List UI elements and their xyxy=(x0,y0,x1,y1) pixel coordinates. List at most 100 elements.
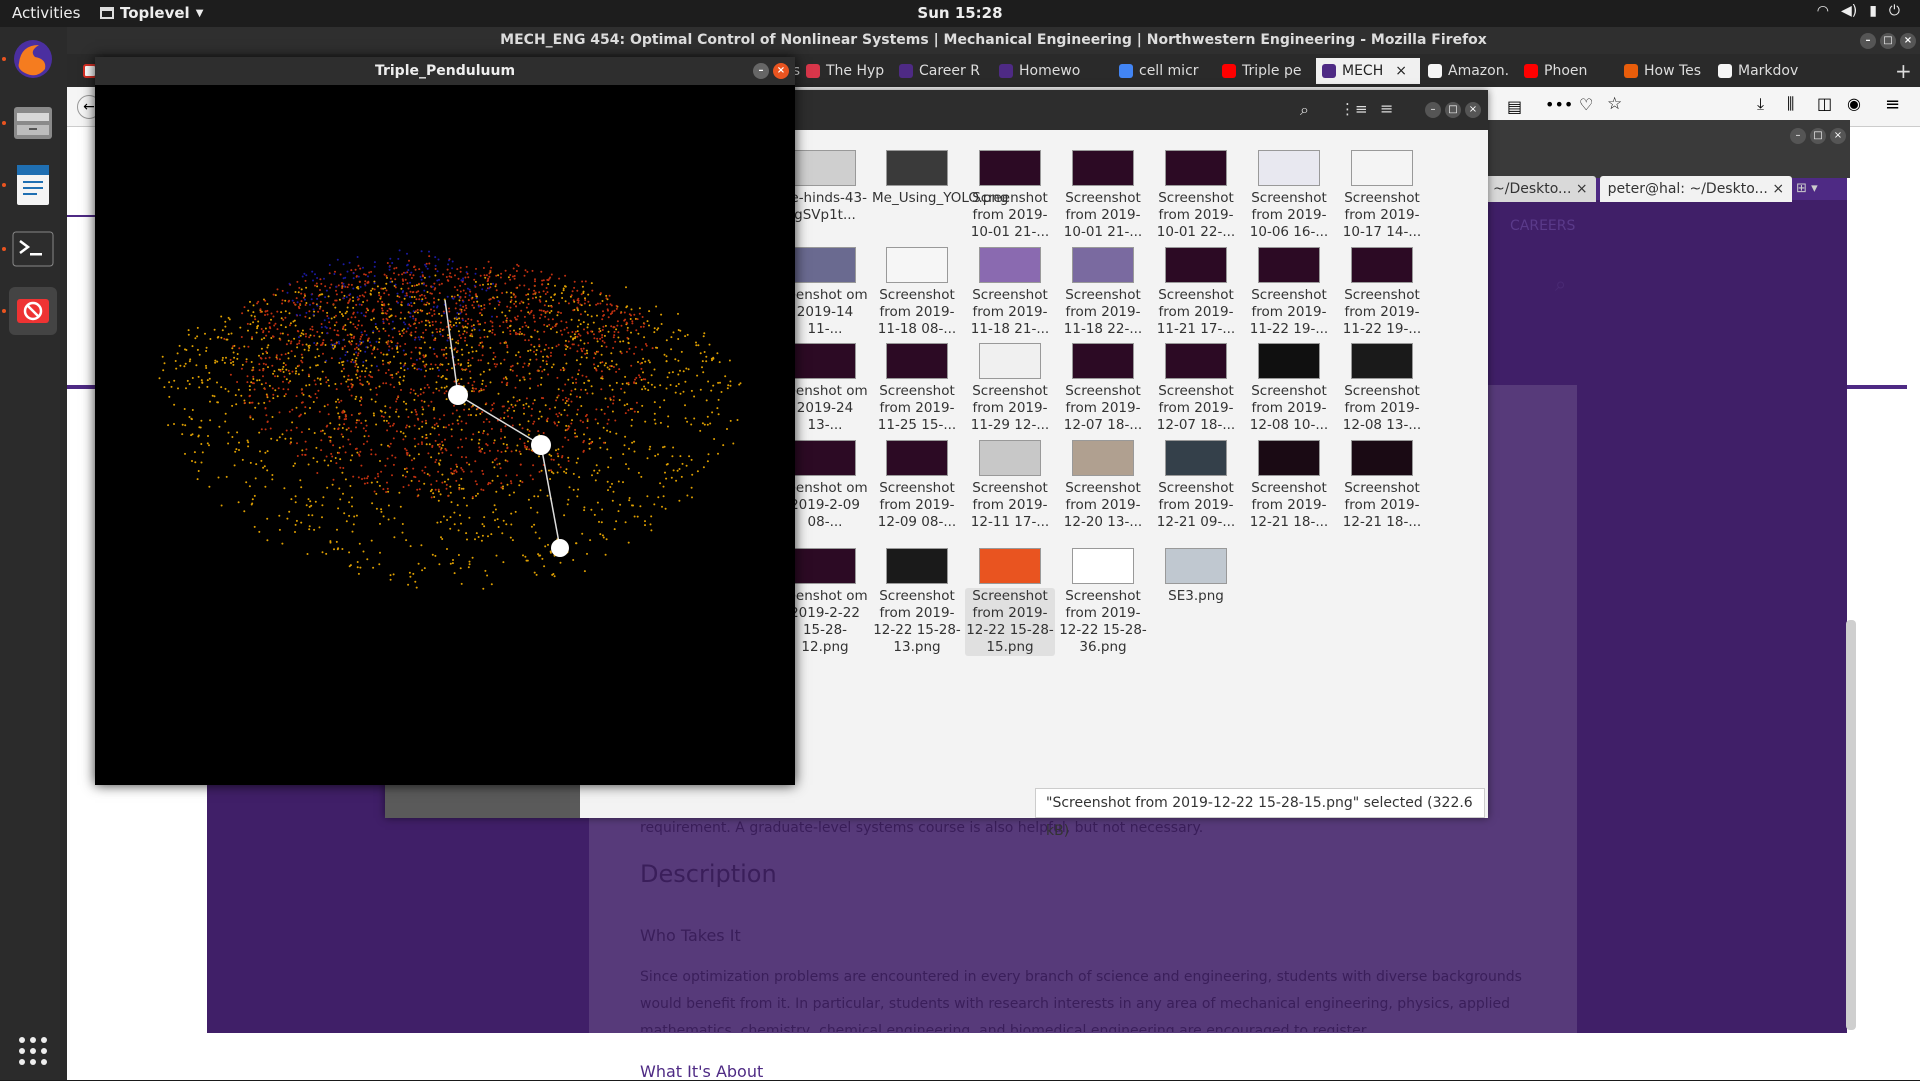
file-item[interactable]: Screenshot from 2019-11-18 08-... xyxy=(872,247,962,338)
search-icon[interactable]: ⌕ xyxy=(1555,272,1566,296)
trail-point xyxy=(631,407,634,410)
file-item[interactable]: Screenshot from 2019-11-21 17-... xyxy=(1151,247,1241,338)
maximize-icon[interactable]: □ xyxy=(1810,128,1826,144)
clock[interactable]: Sun 15:28 xyxy=(917,4,1002,22)
gmail-tab[interactable] xyxy=(77,58,97,84)
trail-point xyxy=(303,293,306,296)
browser-tab[interactable]: Amazon. xyxy=(1422,58,1516,84)
trail-point xyxy=(433,496,436,498)
system-tray[interactable]: ◠ ◀) ▮ ⏻ xyxy=(1817,3,1900,19)
trail-point xyxy=(570,400,573,403)
close-icon[interactable]: × xyxy=(773,63,789,79)
trail-point xyxy=(364,273,367,276)
browser-tab[interactable]: Phoen xyxy=(1518,58,1616,84)
file-item[interactable]: Screenshot from 2019-12-07 18-... xyxy=(1058,343,1148,434)
account-icon[interactable]: ◉ xyxy=(1847,94,1861,113)
file-item[interactable]: Screenshot from 2019-11-22 19-... xyxy=(1244,247,1334,338)
app-grid-icon[interactable] xyxy=(9,1027,57,1075)
browser-tab[interactable]: Career R xyxy=(893,58,991,84)
trail-point xyxy=(294,372,297,375)
minimize-icon[interactable]: – xyxy=(1790,128,1806,144)
file-item[interactable]: Screenshot from 2019-12-20 13-... xyxy=(1058,440,1148,531)
trail-point xyxy=(330,452,333,455)
file-item[interactable]: Screenshot from 2019-12-07 18-... xyxy=(1151,343,1241,434)
maximize-icon[interactable]: □ xyxy=(1445,102,1461,118)
file-item[interactable]: Screenshot from 2019-12-21 18-... xyxy=(1244,440,1334,531)
new-terminal-tab-icon[interactable]: ⊞ ▾ xyxy=(1796,176,1818,202)
file-item[interactable]: Screenshot from 2019-12-21 09-... xyxy=(1151,440,1241,531)
browser-tab[interactable]: The Hyp xyxy=(800,58,892,84)
file-item[interactable]: Screenshot from 2019-12-11 17-... xyxy=(965,440,1055,531)
trail-point xyxy=(595,408,598,411)
trail-point xyxy=(357,344,360,347)
close-tab-icon[interactable]: × xyxy=(1395,58,1407,84)
trail-point xyxy=(612,490,615,493)
file-item[interactable]: Screenshot from 2019-12-22 15-28-15.png xyxy=(965,548,1055,656)
menu-icon[interactable]: ≡ xyxy=(1885,94,1900,115)
terminal-icon[interactable] xyxy=(9,225,57,273)
terminal-tab[interactable]: peter@hal: ~/Deskto... × xyxy=(1599,176,1793,202)
trail-point xyxy=(327,464,330,467)
bookmark-star-icon[interactable]: ☆ xyxy=(1607,94,1622,114)
browser-tab[interactable]: MECH × xyxy=(1316,58,1420,84)
file-item[interactable]: Screenshot from 2019-12-21 18-... xyxy=(1337,440,1427,531)
file-item[interactable]: Screenshot from 2019-10-17 14-... xyxy=(1337,150,1427,241)
download-icon[interactable]: ⤓ xyxy=(1757,94,1764,114)
trail-point xyxy=(454,274,456,277)
file-item[interactable]: Screenshot from 2019-10-01 21-... xyxy=(1058,150,1148,241)
minimize-icon[interactable]: – xyxy=(753,63,769,79)
file-item[interactable]: Screenshot from 2019-12-08 10-... xyxy=(1244,343,1334,434)
view-toggle-icon[interactable]: ⋮≡ xyxy=(1340,100,1368,118)
browser-tab[interactable]: Markdov xyxy=(1712,58,1812,84)
file-item[interactable]: Screenshot from 2019-12-09 08-... xyxy=(872,440,962,531)
trail-point xyxy=(341,471,344,474)
files-icon[interactable] xyxy=(9,99,57,147)
blocked-app-icon[interactable] xyxy=(9,287,57,335)
file-item[interactable]: Me_Using_YOLO.png xyxy=(872,150,1008,207)
more-icon[interactable]: ••• xyxy=(1545,95,1573,114)
menu-icon[interactable]: ≡ xyxy=(1380,99,1393,118)
library-icon[interactable]: ⫼ xyxy=(1787,94,1794,114)
file-item[interactable]: Screenshot from 2019-11-18 21-... xyxy=(965,247,1055,338)
file-item[interactable]: Screenshot from 2019-10-06 16-... xyxy=(1244,150,1334,241)
browser-tab[interactable]: Triple pe xyxy=(1216,58,1314,84)
trail-point xyxy=(312,302,314,305)
nav-careers-link[interactable]: CAREERS xyxy=(1510,218,1575,234)
trail-point xyxy=(514,386,517,389)
writer-icon[interactable] xyxy=(9,161,57,209)
browser-tab[interactable]: How Tes xyxy=(1618,58,1710,84)
search-icon[interactable]: ⌕ xyxy=(1300,100,1309,120)
file-item[interactable]: Screenshot from 2019-11-22 19-... xyxy=(1337,247,1427,338)
reader-view-icon[interactable]: ▤ xyxy=(1507,97,1522,116)
activities-button[interactable]: Activities xyxy=(12,4,80,22)
pocket-icon[interactable]: ♡ xyxy=(1579,95,1593,114)
file-item[interactable]: Screenshot from 2019-11-25 15-... xyxy=(872,343,962,434)
file-item[interactable]: Screenshot from 2019-12-22 15-28-36.png xyxy=(1058,548,1148,656)
trail-point xyxy=(515,474,518,477)
close-icon[interactable]: × xyxy=(1830,128,1846,144)
maximize-icon[interactable]: □ xyxy=(1880,33,1896,49)
terminal-tab[interactable]: ~/Deskto... × xyxy=(1485,176,1596,202)
file-item[interactable]: Screenshot from 2019-11-18 22-... xyxy=(1058,247,1148,338)
file-item[interactable]: Screenshot from 2019-10-01 21-... xyxy=(965,150,1055,241)
page-divider xyxy=(1847,385,1907,389)
trail-point xyxy=(359,566,362,569)
file-item[interactable]: SE3.png xyxy=(1151,548,1241,605)
file-item[interactable]: Screenshot from 2019-12-22 15-28-13.png xyxy=(872,548,962,656)
browser-tab[interactable]: cell micr xyxy=(1113,58,1215,84)
minimize-icon[interactable]: – xyxy=(1425,102,1441,118)
close-icon[interactable]: × xyxy=(1900,33,1916,49)
file-item[interactable]: Screenshot from 2019-12-08 13-... xyxy=(1337,343,1427,434)
firefox-icon[interactable] xyxy=(9,35,57,83)
file-item[interactable]: Screenshot from 2019-11-29 12-... xyxy=(965,343,1055,434)
minimize-icon[interactable]: – xyxy=(1860,33,1876,49)
sidebar-icon[interactable]: ◫ xyxy=(1817,94,1832,113)
close-icon[interactable]: × xyxy=(1465,102,1481,118)
app-menu[interactable]: Toplevel ▼ xyxy=(100,4,203,22)
browser-tab[interactable]: Homewo xyxy=(993,58,1111,84)
trail-point xyxy=(312,401,315,403)
file-item[interactable]: Screenshot from 2019-10-01 22-... xyxy=(1151,150,1241,241)
trail-point xyxy=(727,384,730,387)
page-scrollbar[interactable] xyxy=(1846,620,1856,1030)
new-tab-button[interactable]: + xyxy=(1889,58,1918,84)
